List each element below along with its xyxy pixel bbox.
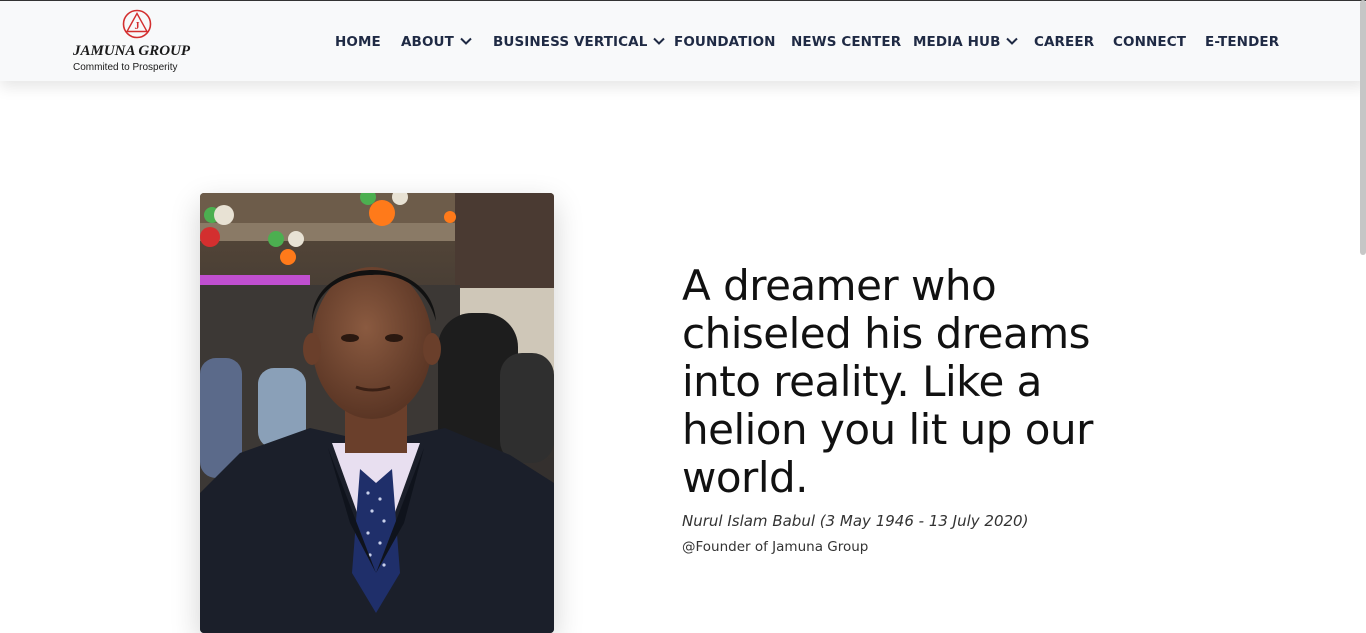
quote-line: helion you lit up our	[682, 405, 1093, 454]
nav-career-label: CAREER	[1034, 34, 1095, 50]
nav-news-center[interactable]: NEWS CENTER	[791, 34, 901, 50]
nav-foundation-label: FOUNDATION	[674, 34, 776, 50]
founder-photo-image	[200, 193, 554, 633]
nav-about[interactable]: ABOUT	[401, 34, 472, 50]
nav-home-label: HOME	[335, 34, 381, 50]
top-navbar: J JAMUNA GROUP Commited to Prosperity HO…	[0, 0, 1366, 81]
nav-home[interactable]: HOME	[335, 34, 381, 50]
nav-career[interactable]: CAREER	[1034, 34, 1094, 50]
nav-news-center-label: NEWS CENTER	[791, 34, 902, 50]
quote-line: world.	[682, 453, 809, 502]
nav-business-vertical-label: BUSINESS VERTICAL	[493, 34, 648, 50]
quote-attribution: Nurul Islam Babul (3 May 1946 - 13 July …	[682, 512, 1029, 530]
main-menu: HOME ABOUT BUSINESS VERTICAL FOUNDATION …	[0, 1, 1366, 82]
chevron-down-icon	[653, 37, 666, 45]
chevron-down-icon	[460, 37, 472, 45]
founder-quote: A dreamer who chiseled his dreams into r…	[682, 262, 1152, 502]
quote-line: A dreamer who	[682, 261, 997, 310]
page-scrollbar[interactable]	[1360, 0, 1366, 255]
quote-line: into reality. Like a	[682, 357, 1042, 406]
nav-business-vertical[interactable]: BUSINESS VERTICAL	[493, 34, 666, 50]
nav-connect[interactable]: CONNECT	[1113, 34, 1186, 50]
chevron-down-icon	[1006, 37, 1019, 45]
founder-role: @Founder of Jamuna Group	[682, 539, 869, 555]
nav-e-tender-label: E-TENDER	[1205, 34, 1280, 50]
nav-about-label: ABOUT	[401, 34, 454, 50]
nav-connect-label: CONNECT	[1113, 34, 1187, 50]
nav-media-hub[interactable]: MEDIA HUB	[913, 34, 1019, 50]
nav-e-tender[interactable]: E-TENDER	[1205, 34, 1279, 50]
nav-foundation[interactable]: FOUNDATION	[674, 34, 776, 50]
quote-line: chiseled his dreams	[682, 309, 1091, 358]
nav-media-hub-label: MEDIA HUB	[913, 34, 1001, 50]
founder-portrait	[200, 193, 554, 633]
